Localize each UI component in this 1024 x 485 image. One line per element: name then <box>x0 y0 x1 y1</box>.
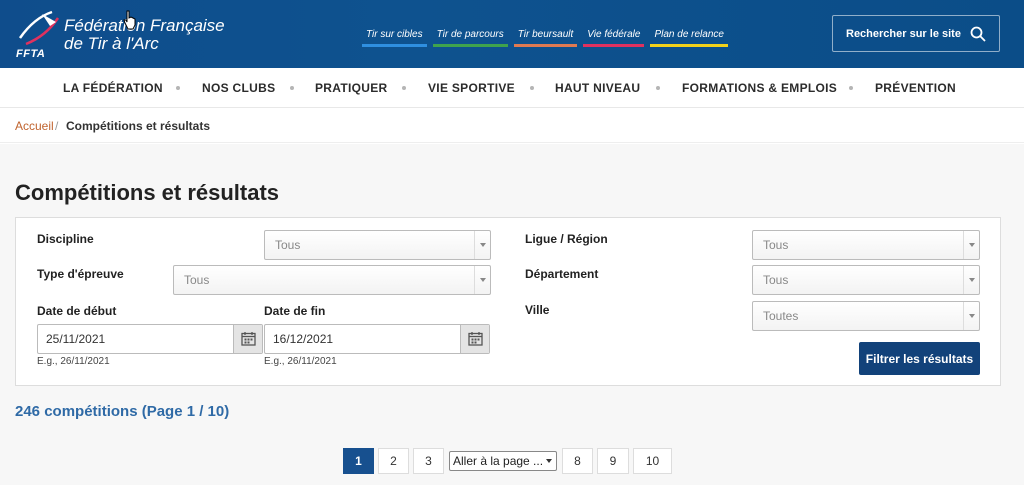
chevron-down-icon <box>474 231 490 259</box>
date-fin-input[interactable]: 16/12/2021 <box>264 324 490 354</box>
breadcrumb: Accueil / Compétitions et résultats <box>0 108 1024 143</box>
quicklink-vie-federale[interactable]: Vie fédérale <box>583 29 645 47</box>
chevron-down-icon <box>963 266 979 294</box>
calendar-icon <box>468 332 483 346</box>
nav-item-prevention[interactable]: PRÉVENTION <box>875 81 956 95</box>
quicklink-plan-de-relance[interactable]: Plan de relance <box>650 29 728 47</box>
quicklink-tir-sur-cibles[interactable]: Tir sur cibles <box>362 29 427 47</box>
filter-results-button[interactable]: Filtrer les résultats <box>859 342 980 375</box>
date-debut-input[interactable]: 25/11/2021 <box>37 324 263 354</box>
date-debut-hint: E.g., 26/11/2021 <box>37 356 110 367</box>
ligue-select-value: Tous <box>763 238 789 252</box>
chevron-down-icon <box>474 266 490 294</box>
page-button-9[interactable]: 9 <box>597 448 629 474</box>
ligue-label: Ligue / Région <box>525 232 608 246</box>
departement-select[interactable]: Tous <box>752 265 980 295</box>
departement-label: Département <box>525 267 599 281</box>
search-label: Rechercher sur le site <box>846 27 961 40</box>
type-epreuve-select-value: Tous <box>184 273 210 287</box>
page-button-8[interactable]: 8 <box>562 448 593 474</box>
type-epreuve-label: Type d'épreuve <box>37 267 124 281</box>
date-fin-value: 16/12/2021 <box>273 332 334 346</box>
page-button-2[interactable]: 2 <box>378 448 409 474</box>
date-fin-hint: E.g., 26/11/2021 <box>264 356 337 367</box>
breadcrumb-current: Compétitions et résultats <box>66 119 211 133</box>
brand-name[interactable]: Fédération Française de Tir à l'Arc <box>64 17 225 53</box>
nav-separator <box>290 86 294 90</box>
nav-separator <box>656 86 660 90</box>
quicklink-tir-de-parcours[interactable]: Tir de parcours <box>432 29 508 47</box>
breadcrumb-separator: / <box>55 119 59 133</box>
discipline-label: Discipline <box>37 232 94 246</box>
discipline-select[interactable]: Tous <box>264 230 491 260</box>
ville-label: Ville <box>525 303 550 317</box>
departement-select-value: Tous <box>763 273 789 287</box>
date-debut-label: Date de début <box>37 304 117 318</box>
date-fin-label: Date de fin <box>264 304 326 318</box>
mouse-cursor-icon <box>123 10 136 30</box>
type-epreuve-select[interactable]: Tous <box>173 265 491 295</box>
filter-panel: Discipline Tous Type d'épreuve Tous Date… <box>15 217 1001 386</box>
site-header: FFTA Fédération Française de Tir à l'Arc… <box>0 0 1024 68</box>
results-count: 246 compétitions (Page 1 / 10) <box>15 403 230 420</box>
nav-separator <box>849 86 853 90</box>
discipline-quicklinks: Tir sur cibles Tir de parcours Tir beurs… <box>362 29 728 47</box>
nav-item-vie-sportive[interactable]: VIE SPORTIVE <box>428 81 515 95</box>
site-search-button[interactable]: Rechercher sur le site <box>832 15 1000 52</box>
nav-separator <box>402 86 406 90</box>
page-button-10[interactable]: 10 <box>633 448 672 474</box>
page-button-3[interactable]: 3 <box>413 448 444 474</box>
page-title: Compétitions et résultats <box>15 180 280 205</box>
brand-line-2: de Tir à l'Arc <box>64 34 159 53</box>
date-debut-value: 25/11/2021 <box>46 332 106 346</box>
discipline-select-value: Tous <box>275 238 301 252</box>
chevron-down-icon <box>963 302 979 330</box>
nav-item-pratiquer[interactable]: PRATIQUER <box>315 81 387 95</box>
search-icon <box>970 26 986 42</box>
ville-select[interactable]: Toutes <box>752 301 980 331</box>
chevron-down-icon <box>963 231 979 259</box>
nav-item-formations-emplois[interactable]: FORMATIONS & EMPLOIS <box>682 81 837 95</box>
nav-separator <box>530 86 534 90</box>
breadcrumb-home-link[interactable]: Accueil <box>15 119 54 133</box>
page-jump-select[interactable]: Aller à la page ... <box>449 451 557 471</box>
ville-select-value: Toutes <box>763 309 799 323</box>
ligue-select[interactable]: Tous <box>752 230 980 260</box>
nav-item-haut-niveau[interactable]: HAUT NIVEAU <box>555 81 640 95</box>
page-jump-label: Aller à la page ... <box>453 454 544 468</box>
page-button-1[interactable]: 1 <box>343 448 374 474</box>
chevron-down-icon <box>546 459 552 463</box>
calendar-icon <box>241 332 256 346</box>
nav-item-nos-clubs[interactable]: NOS CLUBS <box>202 81 275 95</box>
ffta-logo[interactable]: FFTA <box>12 8 68 62</box>
main-navigation: LA FÉDÉRATION NOS CLUBS PRATIQUER VIE SP… <box>0 68 1024 108</box>
date-debut-calendar-button[interactable] <box>233 325 262 353</box>
quicklink-tir-beursault[interactable]: Tir beursault <box>513 29 578 47</box>
nav-item-la-federation[interactable]: LA FÉDÉRATION <box>63 81 163 95</box>
brand-line-1: Fédération Française <box>64 16 225 35</box>
nav-separator <box>176 86 180 90</box>
date-fin-calendar-button[interactable] <box>460 325 489 353</box>
logo-text: FFTA <box>16 48 46 60</box>
